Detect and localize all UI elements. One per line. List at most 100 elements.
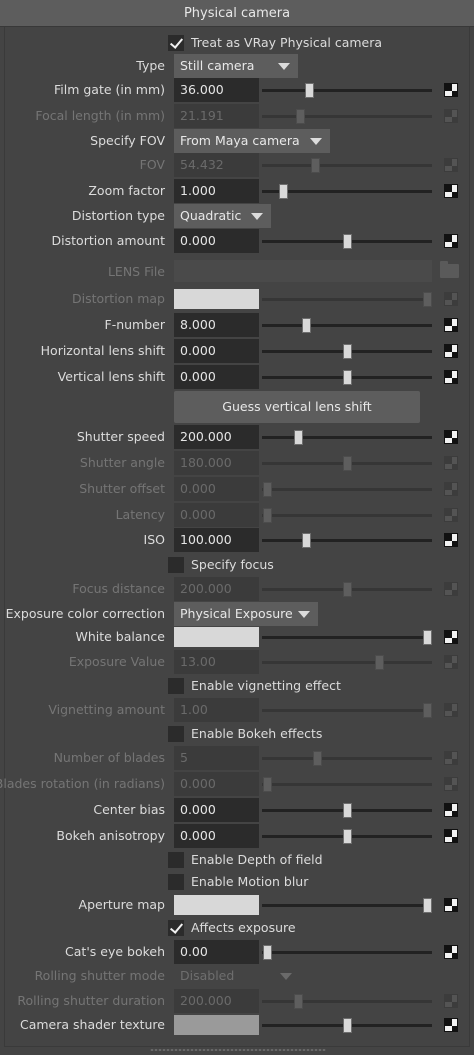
cats-eye-bokeh-map-icon[interactable] — [444, 945, 458, 959]
iso-slider-thumb[interactable] — [302, 533, 311, 548]
camera-shader-texture-map-icon[interactable] — [444, 1018, 458, 1032]
horizontal-lens-shift-label: Horizontal lens shift — [40, 343, 165, 358]
rolling-shutter-duration-field: 200.000 — [174, 989, 259, 1013]
treat-as-vray-row: Treat as VRay Physical camera — [0, 31, 474, 55]
center-bias-row: Center bias 0.000 — [0, 798, 474, 822]
shutter-speed-map-icon[interactable] — [444, 430, 458, 444]
exposure-color-correction-dropdown[interactable]: Physical Exposure — [174, 602, 318, 626]
focus-distance-field: 200.000 — [174, 577, 259, 601]
distortion-map-slider-thumb — [423, 292, 432, 307]
chevron-down-icon — [298, 611, 310, 618]
resize-grip[interactable] — [150, 1049, 326, 1051]
vertical-lens-shift-map-icon[interactable] — [444, 370, 458, 384]
iso-label: ISO — [143, 532, 165, 547]
center-bias-slider-thumb[interactable] — [343, 803, 352, 818]
white-balance-slider-thumb[interactable] — [423, 630, 432, 645]
cats-eye-bokeh-field[interactable]: 0.00 — [174, 940, 259, 964]
film-gate-slider-track[interactable] — [262, 89, 432, 92]
fov-slider-track — [262, 164, 432, 167]
zoom-factor-map-icon[interactable] — [444, 184, 458, 198]
film-gate-map-icon[interactable] — [444, 83, 458, 97]
bokeh-anisotropy-field[interactable]: 0.000 — [174, 824, 259, 848]
latency-slider-thumb — [263, 508, 272, 523]
aperture-map-map-icon[interactable] — [444, 898, 458, 912]
focus-distance-row: Focus distance 200.000 — [0, 577, 474, 601]
f-number-slider-track[interactable] — [262, 324, 432, 327]
f-number-row: F-number 8.000 — [0, 313, 474, 337]
enable-vignetting-checkbox[interactable] — [168, 678, 184, 694]
type-label: Type — [136, 58, 165, 73]
number-of-blades-slider-track — [262, 757, 432, 760]
film-gate-slider-thumb[interactable] — [305, 83, 314, 98]
bokeh-anisotropy-slider-thumb[interactable] — [343, 829, 352, 844]
distortion-type-value: Quadratic — [180, 208, 242, 223]
aperture-map-slider-thumb[interactable] — [423, 898, 432, 913]
bokeh-anisotropy-map-icon[interactable] — [444, 829, 458, 843]
zoom-factor-field[interactable]: 1.000 — [174, 179, 259, 203]
type-dropdown[interactable]: Still camera — [174, 54, 298, 78]
f-number-field[interactable]: 8.000 — [174, 313, 259, 337]
distortion-map-swatch — [174, 289, 259, 309]
distortion-type-dropdown[interactable]: Quadratic — [174, 204, 271, 228]
enable-bokeh-checkbox[interactable] — [168, 726, 184, 742]
specify-fov-dropdown[interactable]: From Maya camera — [174, 129, 330, 153]
f-number-map-icon[interactable] — [444, 318, 458, 332]
cats-eye-bokeh-slider-track[interactable] — [262, 951, 432, 954]
horizontal-lens-shift-map-icon[interactable] — [444, 344, 458, 358]
treat-as-vray-checkbox[interactable] — [168, 35, 184, 51]
aperture-map-slider-track[interactable] — [262, 904, 432, 907]
vertical-lens-shift-slider-thumb[interactable] — [343, 370, 352, 385]
section-header[interactable]: Physical camera — [0, 0, 474, 27]
focal-length-label: Focal length (in mm) — [35, 108, 165, 123]
distortion-amount-map-icon[interactable] — [444, 234, 458, 248]
horizontal-lens-shift-slider-thumb[interactable] — [343, 344, 352, 359]
cats-eye-bokeh-label: Cat's eye bokeh — [65, 944, 165, 959]
distortion-map-row: Distortion map — [0, 287, 474, 311]
enable-vignetting-row: Enable vignetting effect — [0, 674, 474, 698]
distortion-amount-slider-thumb[interactable] — [343, 234, 352, 249]
affects-exposure-checkbox[interactable] — [168, 920, 184, 936]
shutter-speed-slider-track[interactable] — [262, 436, 432, 439]
shutter-speed-field[interactable]: 200.000 — [174, 425, 259, 449]
center-bias-field[interactable]: 0.000 — [174, 798, 259, 822]
iso-slider-track[interactable] — [262, 539, 432, 542]
exposure-value-row: Exposure Value 13.00 — [0, 650, 474, 674]
shutter-speed-label: Shutter speed — [76, 429, 165, 444]
shutter-offset-slider-thumb — [263, 482, 272, 497]
enable-motion-blur-label: Enable Motion blur — [191, 874, 309, 889]
white-balance-slider-track[interactable] — [262, 636, 432, 639]
blades-rotation-map-icon — [444, 777, 458, 791]
f-number-label: F-number — [104, 317, 166, 332]
fov-label: FOV — [139, 157, 165, 172]
latency-label: Latency — [115, 507, 165, 522]
shutter-speed-slider-thumb[interactable] — [294, 430, 303, 445]
distortion-amount-field[interactable]: 0.000 — [174, 229, 259, 253]
cats-eye-bokeh-slider-thumb[interactable] — [263, 945, 272, 960]
center-bias-map-icon[interactable] — [444, 803, 458, 817]
white-balance-swatch[interactable] — [174, 627, 259, 647]
camera-shader-texture-swatch[interactable] — [174, 1015, 259, 1035]
film-gate-field[interactable]: 36.000 — [174, 78, 259, 102]
iso-map-icon[interactable] — [444, 533, 458, 547]
specify-fov-label: Specify FOV — [90, 133, 165, 148]
camera-shader-texture-row: Camera shader texture — [0, 1013, 474, 1037]
vertical-lens-shift-field[interactable]: 0.000 — [174, 365, 259, 389]
number-of-blades-label: Number of blades — [53, 750, 165, 765]
vignetting-amount-row: Vignetting amount 1.00 — [0, 698, 474, 722]
camera-shader-texture-slider-thumb[interactable] — [343, 1018, 352, 1033]
white-balance-map-icon[interactable] — [444, 630, 458, 644]
horizontal-lens-shift-field[interactable]: 0.000 — [174, 339, 259, 363]
iso-field[interactable]: 100.000 — [174, 528, 259, 552]
zoom-factor-slider-thumb[interactable] — [279, 184, 288, 199]
zoom-factor-row: Zoom factor 1.000 — [0, 179, 474, 203]
fov-field: 54.432 — [174, 153, 259, 177]
specify-focus-row: Specify focus — [0, 553, 474, 577]
enable-motion-blur-checkbox[interactable] — [168, 874, 184, 890]
aperture-map-swatch[interactable] — [174, 895, 259, 915]
f-number-slider-thumb[interactable] — [302, 318, 311, 333]
latency-map-icon — [444, 508, 458, 522]
specify-focus-checkbox[interactable] — [168, 557, 184, 573]
guess-vertical-lens-shift-button[interactable]: Guess vertical lens shift — [174, 391, 420, 423]
focus-distance-map-icon — [444, 582, 458, 596]
enable-dof-checkbox[interactable] — [168, 852, 184, 868]
